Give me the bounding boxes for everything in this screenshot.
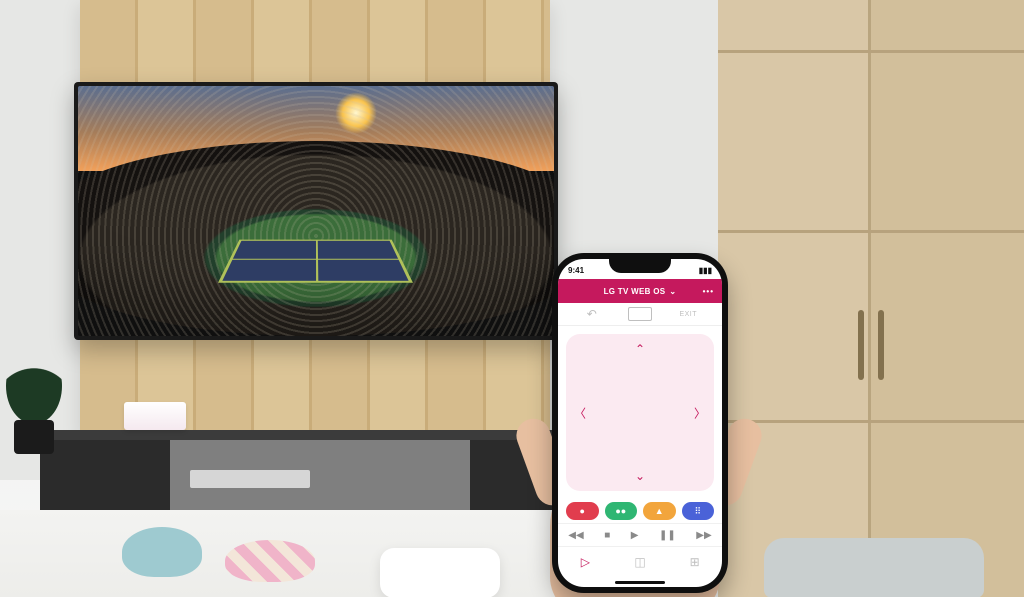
color-buttons-row: ● ●● ▲ ⠿ xyxy=(558,499,722,523)
dpad-area[interactable]: ⌃ ⌄ 〈 〉 xyxy=(566,334,714,491)
device-name: LG TV WEB OS xyxy=(604,287,666,296)
arrow-up-icon[interactable]: ⌃ xyxy=(635,342,645,356)
app-header[interactable]: LG TV WEB OS ⌄ ••• xyxy=(558,279,722,303)
yellow-button[interactable]: ▲ xyxy=(643,502,676,520)
potted-plant xyxy=(6,344,62,454)
plush-whale xyxy=(122,527,202,577)
living-room-scene: 9:41 ▮▮▮ LG TV WEB OS ⌄ ••• ↶ EXIT ⌃ ⌄ 〈… xyxy=(0,0,1024,597)
back-icon[interactable]: ↶ xyxy=(587,307,597,321)
green-button[interactable]: ●● xyxy=(605,502,638,520)
red-button[interactable]: ● xyxy=(566,502,599,520)
television xyxy=(74,82,558,340)
ottoman xyxy=(380,548,500,597)
smartphone: 9:41 ▮▮▮ LG TV WEB OS ⌄ ••• ↶ EXIT ⌃ ⌄ 〈… xyxy=(552,253,728,593)
tv-console xyxy=(40,430,600,514)
play-button[interactable]: ▶ xyxy=(631,530,639,541)
stop-button[interactable]: ■ xyxy=(604,530,610,541)
home-indicator[interactable] xyxy=(558,577,722,587)
arrow-left-icon[interactable]: 〈 xyxy=(574,404,586,421)
tennis-court xyxy=(218,240,413,283)
more-icon[interactable]: ••• xyxy=(703,287,714,296)
rewind-button[interactable]: ◀◀ xyxy=(568,530,583,541)
tab-remote[interactable]: ▷ xyxy=(575,554,595,570)
arrow-down-icon[interactable]: ⌄ xyxy=(635,469,645,483)
forward-button[interactable]: ▶▶ xyxy=(696,530,711,541)
sofa-arm xyxy=(764,538,984,597)
toolbar: ↶ EXIT xyxy=(558,303,722,326)
blue-button[interactable]: ⠿ xyxy=(682,502,715,520)
plush-striped xyxy=(225,540,315,582)
transport-row: ◀◀ ■ ▶ ❚❚ ▶▶ xyxy=(558,523,722,547)
keyboard-icon[interactable] xyxy=(628,307,652,321)
wardrobe xyxy=(718,0,1024,597)
dvd-player xyxy=(190,470,310,488)
chevron-down-icon[interactable]: ⌄ xyxy=(669,287,676,296)
remote-app-screen: 9:41 ▮▮▮ LG TV WEB OS ⌄ ••• ↶ EXIT ⌃ ⌄ 〈… xyxy=(558,259,722,587)
exit-button[interactable]: EXIT xyxy=(679,311,697,318)
tab-bar: ▷ ◫ ⊞ xyxy=(558,547,722,577)
phone-notch xyxy=(609,259,671,273)
arrow-right-icon[interactable]: 〉 xyxy=(694,404,706,421)
status-time: 9:41 xyxy=(568,266,584,275)
pause-button[interactable]: ❚❚ xyxy=(659,530,676,541)
tab-apps[interactable]: ⊞ xyxy=(685,554,705,570)
decor-boxes xyxy=(124,402,186,430)
status-icons: ▮▮▮ xyxy=(699,266,712,275)
tab-mouse[interactable]: ◫ xyxy=(630,554,650,570)
